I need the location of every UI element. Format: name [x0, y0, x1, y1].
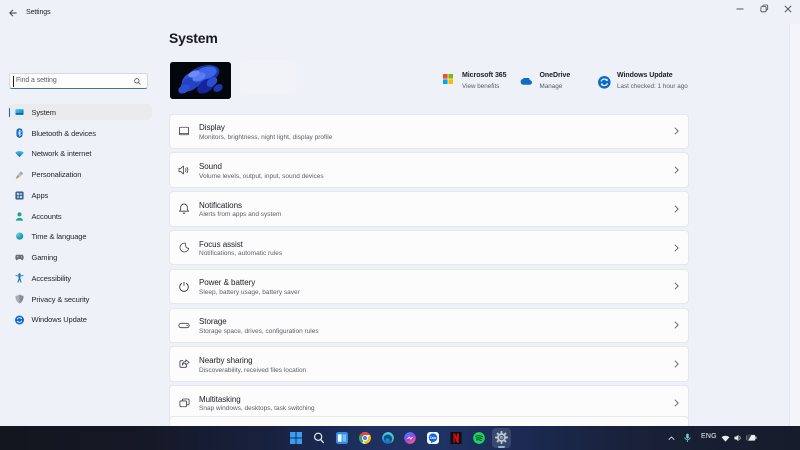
svg-text:Zalo: Zalo — [430, 436, 437, 440]
